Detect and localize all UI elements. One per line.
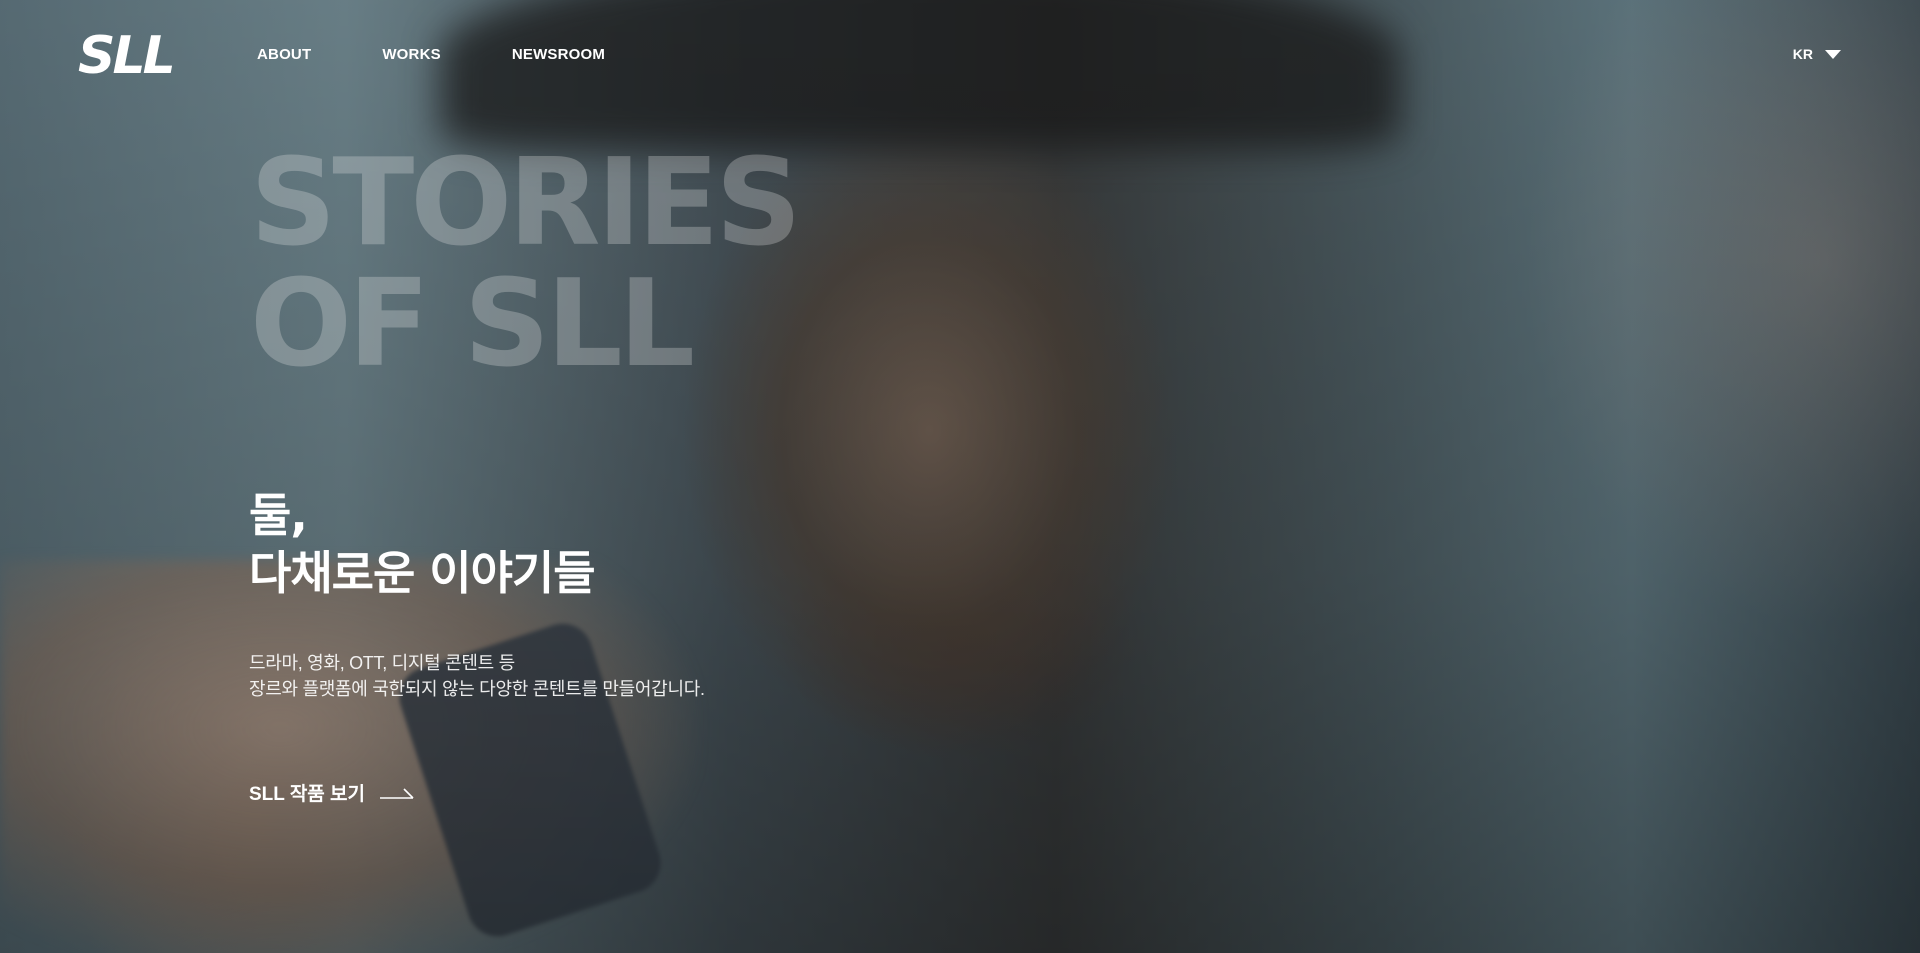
hero-description-line: 드라마, 영화, OTT, 디지털 콘텐트 등 bbox=[249, 653, 515, 673]
hero-headline-line: 다채로운 이야기들 bbox=[249, 546, 596, 600]
hero-description: 드라마, 영화, OTT, 디지털 콘텐트 등 장르와 플랫폼에 국한되지 않는… bbox=[249, 650, 705, 702]
arrow-right-icon bbox=[380, 787, 414, 799]
hero-title: STORIES OF SLL bbox=[250, 134, 802, 394]
language-label: KR bbox=[1792, 46, 1813, 62]
hero-section: SLL ABOUT WORKS NEWSROOM KR STORIES OF S… bbox=[0, 0, 1920, 953]
language-selector[interactable]: KR bbox=[1793, 46, 1841, 62]
hero-description-line: 장르와 플랫폼에 국한되지 않는 다양한 콘텐트를 만들어갑니다. bbox=[249, 679, 705, 699]
background-shape bbox=[0, 560, 700, 953]
view-works-link[interactable]: SLL 작품 보기 bbox=[249, 779, 415, 806]
hero-title-line: STORIES bbox=[250, 134, 802, 273]
chevron-down-icon bbox=[1825, 49, 1841, 59]
hero-title-line: OF SLL bbox=[250, 255, 695, 394]
hero-headline-line: 둘, bbox=[249, 488, 308, 542]
nav-item-newsroom[interactable]: NEWSROOM bbox=[512, 46, 605, 63]
sll-logo[interactable]: SLL bbox=[78, 30, 176, 82]
hero-headline: 둘, 다채로운 이야기들 bbox=[249, 486, 596, 602]
nav-item-about[interactable]: ABOUT bbox=[257, 46, 311, 63]
site-header: SLL ABOUT WORKS NEWSROOM KR bbox=[0, 0, 1920, 110]
main-nav: ABOUT WORKS NEWSROOM bbox=[257, 46, 676, 63]
view-works-label: SLL 작품 보기 bbox=[249, 784, 366, 805]
nav-item-works[interactable]: WORKS bbox=[382, 46, 441, 63]
